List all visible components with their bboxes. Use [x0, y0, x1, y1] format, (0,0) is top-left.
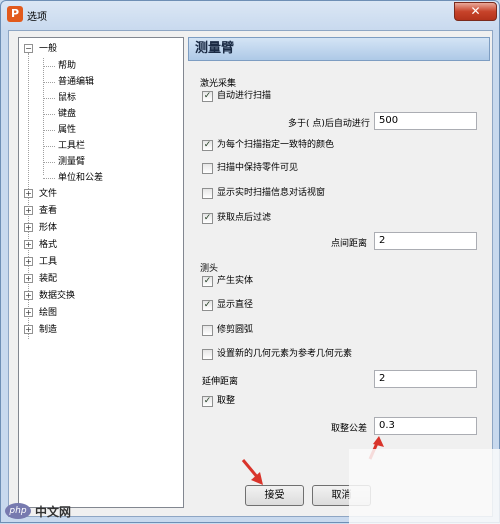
options-tree[interactable]: − 一般 帮助 普通编辑 鼠标 键盘 属性 工具栏 测量臂 单位和公差 + 文件… [18, 37, 184, 508]
point-spacing-label: 点间距离 [331, 239, 368, 249]
close-button[interactable]: ✕ [454, 2, 497, 21]
checkbox-label: 产生实体 [217, 276, 254, 286]
expand-toggle-icon[interactable]: + [24, 308, 33, 317]
php-logo-icon: php [5, 503, 31, 519]
dialog-client-area: − 一般 帮助 普通编辑 鼠标 键盘 属性 工具栏 测量臂 单位和公差 + 文件… [8, 30, 493, 517]
tree-item-label: 单位和公差 [58, 173, 104, 183]
checkbox-check-icon[interactable]: ✓ [202, 300, 213, 311]
expand-toggle-icon[interactable]: + [24, 274, 33, 283]
tree-item-label: 测量臂 [58, 157, 86, 167]
tree-line [43, 58, 44, 175]
tree-item-label: 文件 [39, 189, 58, 199]
measuring-arm-panel: 测量臂 激光采集 ✓ 自动进行扫描 多于( 点)后自动进行 500 ✓ 为每个扫… [188, 37, 490, 508]
expand-toggle-icon[interactable]: + [24, 223, 33, 232]
collapse-toggle-icon[interactable]: − [24, 44, 33, 53]
window-title: 选项 [27, 12, 47, 23]
probe-group-label: 测头 [200, 264, 219, 274]
checkbox-check-icon[interactable] [202, 188, 213, 199]
checkbox-check-icon[interactable] [202, 325, 213, 336]
checkbox-check-icon[interactable]: ✓ [202, 140, 213, 151]
watermark-text: 中文网 [35, 505, 72, 519]
checkbox-label: 扫描中保持零件可见 [217, 163, 299, 173]
tree-item-label: 绘图 [39, 308, 58, 318]
expand-toggle-icon[interactable]: + [24, 240, 33, 249]
tree-item-label: 格式 [39, 240, 58, 250]
point-spacing-input[interactable]: 2 [374, 232, 477, 250]
accept-button[interactable]: 接受 [245, 485, 304, 506]
checkbox-check-icon[interactable] [202, 349, 213, 360]
expand-toggle-icon[interactable]: + [24, 291, 33, 300]
checkbox-label: 自动进行扫描 [217, 91, 272, 101]
checkbox-label: 显示实时扫描信息对话视窗 [217, 188, 326, 198]
tree-item-label: 工具栏 [58, 141, 86, 151]
tree-item-label: 鼠标 [58, 93, 77, 103]
tree-item-label: 一般 [39, 44, 58, 54]
checkbox-label: 为每个扫描指定一致特的颜色 [217, 140, 335, 150]
expand-toggle-icon[interactable]: + [24, 206, 33, 215]
watermark-overlay [349, 449, 500, 524]
checkbox-check-icon[interactable]: ✓ [202, 396, 213, 407]
tree-item-label: 属性 [58, 125, 77, 135]
tree-item-label: 帮助 [58, 61, 77, 71]
tree-item-label: 工具 [39, 257, 58, 267]
checkbox-label: 设置新的几何元素为参考几何元素 [217, 349, 353, 359]
auto-after-input[interactable]: 500 [374, 112, 477, 130]
extend-distance-label: 延伸距离 [202, 377, 239, 387]
tree-item-label: 装配 [39, 274, 58, 284]
tree-item-label: 普通编辑 [58, 77, 95, 87]
panel-title: 测量臂 [188, 37, 490, 61]
round-tolerance-input[interactable]: 0.3 [374, 417, 477, 435]
tree-item-label: 形体 [39, 223, 58, 233]
extend-distance-input[interactable]: 2 [374, 370, 477, 388]
expand-toggle-icon[interactable]: + [24, 257, 33, 266]
options-window: P 选项 ✕ − 一般 帮助 普通编辑 鼠标 键盘 属性 工具栏 测量臂 单位和… [0, 0, 500, 524]
app-logo-icon: P [7, 6, 23, 22]
checkbox-label: 显示直径 [217, 300, 254, 310]
checkbox-check-icon[interactable] [202, 163, 213, 174]
round-tolerance-label: 取整公差 [331, 424, 368, 434]
checkbox-check-icon[interactable]: ✓ [202, 91, 213, 102]
tree-item-label: 查看 [39, 206, 58, 216]
laser-group-label: 激光采集 [200, 79, 237, 89]
title-bar[interactable]: P 选项 ✕ [1, 1, 499, 29]
checkbox-label: 获取点后过滤 [217, 213, 272, 223]
expand-toggle-icon[interactable]: + [24, 189, 33, 198]
checkbox-label: 修剪圆弧 [217, 325, 254, 335]
tree-item-label: 键盘 [58, 109, 77, 119]
checkbox-label: 取整 [217, 396, 236, 406]
annotation-arrow-icon [241, 459, 263, 485]
checkbox-check-icon[interactable]: ✓ [202, 276, 213, 287]
tree-item-label: 制造 [39, 325, 58, 335]
expand-toggle-icon[interactable]: + [24, 325, 33, 334]
tree-item-label: 数据交换 [39, 291, 76, 301]
auto-after-label: 多于( 点)后自动进行 [288, 119, 370, 129]
checkbox-check-icon[interactable]: ✓ [202, 213, 213, 224]
